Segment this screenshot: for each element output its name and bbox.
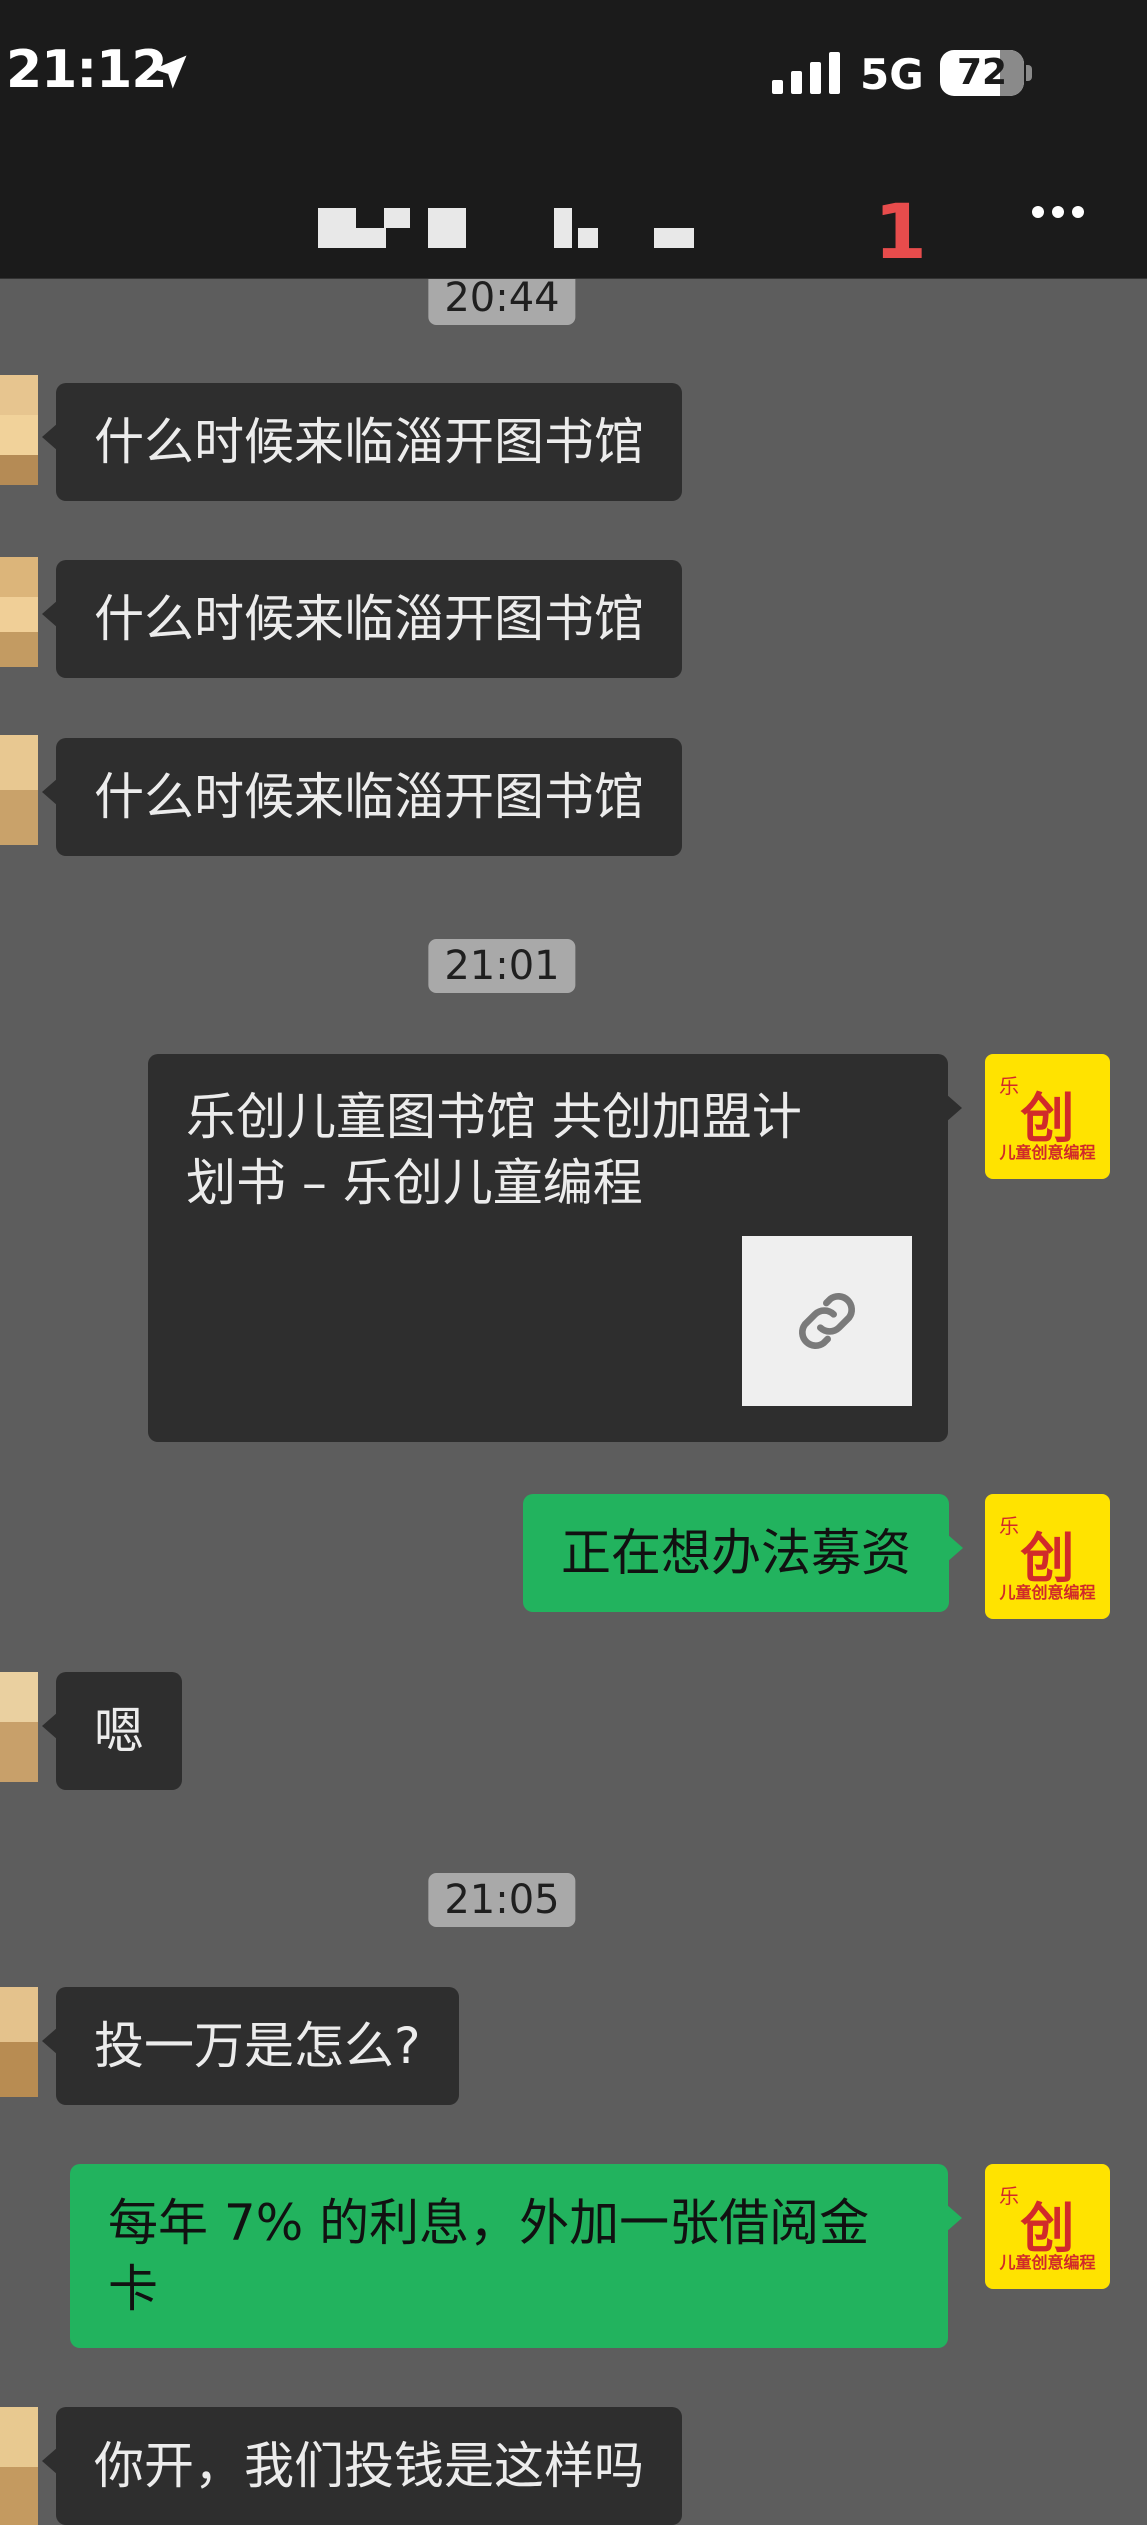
incoming-message[interactable]: 什么时候来临淄开图书馆 [42,560,682,678]
incoming-message[interactable]: 什么时候来临淄开图书馆 [42,383,682,501]
contact-avatar[interactable] [0,375,38,495]
contact-avatar[interactable] [0,735,38,845]
battery-level: 72 [956,52,1008,93]
chat-message-list[interactable]: 20:44 什么时候来临淄开图书馆 什么时候来临淄开图书馆 什么时候来临淄开图书… [0,279,1147,2525]
incoming-message[interactable]: 投一万是怎么? [42,1987,459,2105]
contact-avatar[interactable] [0,1672,38,1782]
my-avatar[interactable]: 乐 创 儿童创意编程 [985,2164,1110,2289]
my-avatar[interactable]: 乐 创 儿童创意编程 [985,1054,1110,1179]
location-arrow-icon [153,55,187,89]
link-card-message[interactable]: 乐创儿童图书馆 共创加盟计 划书 – 乐创儿童编程 [148,1054,962,1442]
incoming-message[interactable]: 嗯 [42,1672,182,1790]
contact-avatar[interactable] [0,1987,38,2097]
outgoing-message-line2: 卡 [108,2260,158,2318]
contact-avatar[interactable] [0,2407,38,2525]
link-card-title-line1: 乐创儿童图书馆 共创加盟计 [186,1088,802,1146]
timestamp: 21:01 [428,939,576,993]
network-type: 5G [860,50,924,99]
chat-nav-bar: 1 [0,150,1147,279]
link-icon [799,1293,855,1349]
unread-count[interactable]: 1 [874,194,927,270]
outgoing-message[interactable]: 正在想办法募资 [523,1494,963,1612]
incoming-message[interactable]: 你开，我们投钱是这样吗 [42,2407,682,2525]
outgoing-message[interactable]: 每年 7% 的利息，外加一张借阅金 卡 [70,2164,962,2348]
incoming-message[interactable]: 什么时候来临淄开图书馆 [42,738,682,856]
timestamp: 20:44 [428,279,576,325]
link-card-title-line2: 划书 – 乐创儿童编程 [186,1154,643,1212]
status-time: 21:12 [6,40,168,100]
my-avatar[interactable]: 乐 创 儿童创意编程 [985,1494,1110,1619]
outgoing-message-line1: 每年 7% 的利息，外加一张借阅金 [108,2194,870,2252]
chat-title-redacted [318,208,698,248]
cellular-signal-icon [772,52,840,94]
contact-avatar[interactable] [0,557,38,667]
timestamp: 21:05 [428,1873,576,1927]
status-bar: 21:12 5G 72 [0,0,1147,150]
link-card-thumbnail [742,1236,912,1406]
battery-icon: 72 [940,50,1034,96]
more-dots-icon[interactable] [1030,202,1086,222]
